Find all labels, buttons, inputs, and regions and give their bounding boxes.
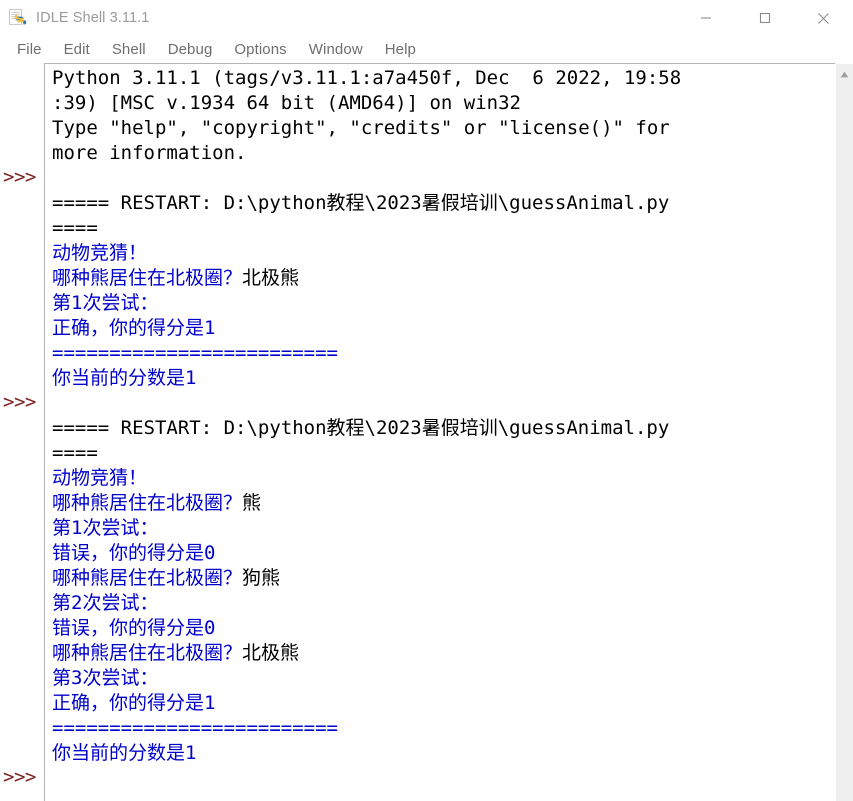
console-line: 正确，你的得分是1	[52, 316, 835, 341]
minimize-button[interactable]	[676, 0, 735, 36]
shell-output[interactable]: Python 3.11.1 (tags/v3.11.1:a7a450f, Dec…	[52, 66, 835, 791]
console-input-text: 熊	[242, 492, 262, 514]
console-line: 正确，你的得分是1	[52, 691, 835, 716]
console-input-text: ===== RESTART: D:\python教程\2023暑假培训\gues…	[52, 192, 670, 214]
console-output-text: 哪种熊居住在北极圈？	[52, 642, 243, 664]
console-input-text: 狗熊	[242, 567, 281, 589]
console-line: ===== RESTART: D:\python教程\2023暑假培训\gues…	[52, 191, 835, 216]
console-input-text: 北极熊	[242, 642, 300, 664]
console-line: ====	[52, 216, 835, 241]
console-line: 哪种熊居住在北极圈？狗熊	[52, 566, 835, 591]
console-line: 哪种熊居住在北极圈？北极熊	[52, 266, 835, 291]
minimize-icon	[700, 17, 711, 19]
python-file-icon	[7, 8, 27, 28]
console-line: ====	[52, 441, 835, 466]
shell-prompt: >>>	[3, 166, 36, 188]
console-input-text: Type "help", "copyright", "credits" or "…	[52, 117, 670, 139]
console-output-text: 哪种熊居住在北极圈？	[52, 267, 243, 289]
console-line: 错误，你的得分是0	[52, 541, 835, 566]
shell-text-frame[interactable]: Python 3.11.1 (tags/v3.11.1:a7a450f, Dec…	[44, 63, 835, 801]
menu-item-debug[interactable]: Debug	[157, 39, 224, 61]
window-controls	[676, 0, 853, 36]
console-output-text: 正确，你的得分是1	[52, 317, 216, 339]
shell-prompt: >>>	[3, 766, 36, 788]
console-output-text: 错误，你的得分是0	[52, 542, 216, 564]
menu-item-shell[interactable]: Shell	[101, 39, 157, 61]
console-line: 第2次尝试：	[52, 591, 835, 616]
console-input-text: ====	[52, 217, 98, 239]
prompt-gutter: >>> >>> >>>	[0, 63, 44, 801]
console-line: 错误，你的得分是0	[52, 616, 835, 641]
scroll-up-arrow-icon[interactable]	[836, 66, 853, 82]
console-output-text: 你当前的分数是1	[52, 367, 197, 389]
shell-area: >>> >>> >>> Python 3.11.1 (tags/v3.11.1:a7…	[0, 63, 853, 801]
menu-item-edit[interactable]: Edit	[53, 39, 101, 61]
menu-item-window[interactable]: Window	[298, 39, 374, 61]
menu-item-options[interactable]: Options	[223, 39, 297, 61]
console-output-text: 你当前的分数是1	[52, 742, 197, 764]
console-line: 动物竞猜！	[52, 241, 835, 266]
console-line: :39) [MSC v.1934 64 bit (AMD64)] on win3…	[52, 91, 835, 116]
console-line: ===== RESTART: D:\python教程\2023暑假培训\gues…	[52, 416, 835, 441]
console-output-text: 哪种熊居住在北极圈？	[52, 567, 243, 589]
console-output-text: =========================	[52, 717, 338, 739]
console-input-text: 北极熊	[242, 267, 300, 289]
vertical-scrollbar[interactable]	[835, 64, 853, 801]
console-output-text: 第3次尝试：	[52, 667, 159, 689]
title-bar: IDLE Shell 3.11.1	[0, 0, 853, 36]
console-output-text: 动物竞猜！	[52, 242, 148, 264]
console-line: 你当前的分数是1	[52, 366, 835, 391]
console-line: Python 3.11.1 (tags/v3.11.1:a7a450f, Dec…	[52, 66, 835, 91]
console-output-text: 第2次尝试：	[52, 592, 159, 614]
console-output-text: 第1次尝试：	[52, 292, 159, 314]
menu-bar: File Edit Shell Debug Options Window Hel…	[0, 36, 853, 63]
idle-shell-window: IDLE Shell 3.11.1 File Edit Shell Debug …	[0, 0, 853, 801]
console-line: 你当前的分数是1	[52, 741, 835, 766]
console-line: 第1次尝试：	[52, 516, 835, 541]
console-line: =========================	[52, 341, 835, 366]
console-input-text: Python 3.11.1 (tags/v3.11.1:a7a450f, Dec…	[52, 67, 682, 89]
console-output-text: 第1次尝试：	[52, 517, 159, 539]
console-output-text: 错误，你的得分是0	[52, 617, 216, 639]
console-input-text: more information.	[52, 142, 247, 164]
console-output-text: 正确，你的得分是1	[52, 692, 216, 714]
menu-item-help[interactable]: Help	[374, 39, 427, 61]
console-line: 哪种熊居住在北极圈？熊	[52, 491, 835, 516]
console-line: more information.	[52, 141, 835, 166]
menu-item-file[interactable]: File	[6, 39, 53, 61]
console-input-text: ====	[52, 442, 98, 464]
console-output-text: 哪种熊居住在北极圈？	[52, 492, 243, 514]
close-button[interactable]	[794, 0, 853, 36]
console-line: 第1次尝试：	[52, 291, 835, 316]
shell-prompt: >>>	[3, 391, 36, 413]
maximize-button[interactable]	[735, 0, 794, 36]
maximize-icon	[759, 12, 770, 24]
console-line: =========================	[52, 716, 835, 741]
console-output-text: 动物竞猜！	[52, 467, 148, 489]
console-line: 动物竞猜！	[52, 466, 835, 491]
console-line: Type "help", "copyright", "credits" or "…	[52, 116, 835, 141]
console-line: 第3次尝试：	[52, 666, 835, 691]
console-line: 哪种熊居住在北极圈？北极熊	[52, 641, 835, 666]
console-output-text: =========================	[52, 342, 338, 364]
console-input-text: :39) [MSC v.1934 64 bit (AMD64)] on win3…	[52, 92, 521, 114]
window-title: IDLE Shell 3.11.1	[36, 10, 150, 26]
console-input-text: ===== RESTART: D:\python教程\2023暑假培训\gues…	[52, 417, 670, 439]
close-icon	[818, 12, 829, 24]
